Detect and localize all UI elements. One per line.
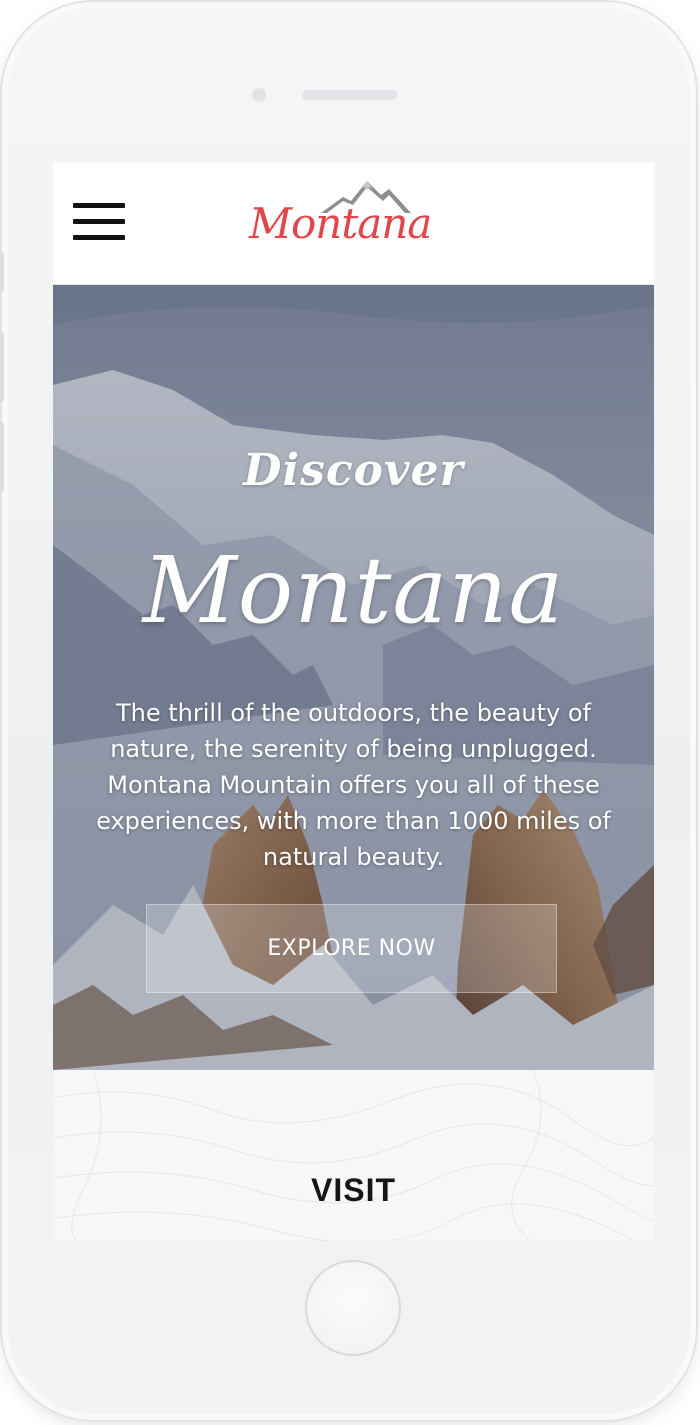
visit-heading: VISIT <box>310 1172 396 1208</box>
top-nav-bar: Montana <box>53 163 654 285</box>
explore-now-button[interactable]: EXPLORE NOW <box>146 904 557 993</box>
visit-section: VISIT <box>53 1070 654 1241</box>
hero-description: The thrill of the outdoors, the beauty o… <box>96 699 611 871</box>
site-logo[interactable]: Montana <box>249 177 432 277</box>
hamburger-menu-icon[interactable] <box>73 203 125 241</box>
earpiece-speaker <box>302 90 398 100</box>
mute-switch <box>0 252 4 292</box>
home-button[interactable] <box>305 1260 401 1356</box>
volume-down-button <box>0 422 4 492</box>
volume-up-button <box>0 332 4 402</box>
topographic-pattern <box>53 1070 654 1241</box>
hero-section: Discover Montana The thrill of the outdo… <box>53 285 654 1070</box>
phone-screen: Montana Discover Montana The thrill of t… <box>53 163 654 1241</box>
hero-kicker: Discover <box>243 445 464 496</box>
logo-text: Montana <box>249 199 432 248</box>
phone-frame: Montana Discover Montana The thrill of t… <box>0 2 696 1420</box>
front-camera <box>252 88 266 102</box>
hero-title: Montana <box>142 537 565 644</box>
